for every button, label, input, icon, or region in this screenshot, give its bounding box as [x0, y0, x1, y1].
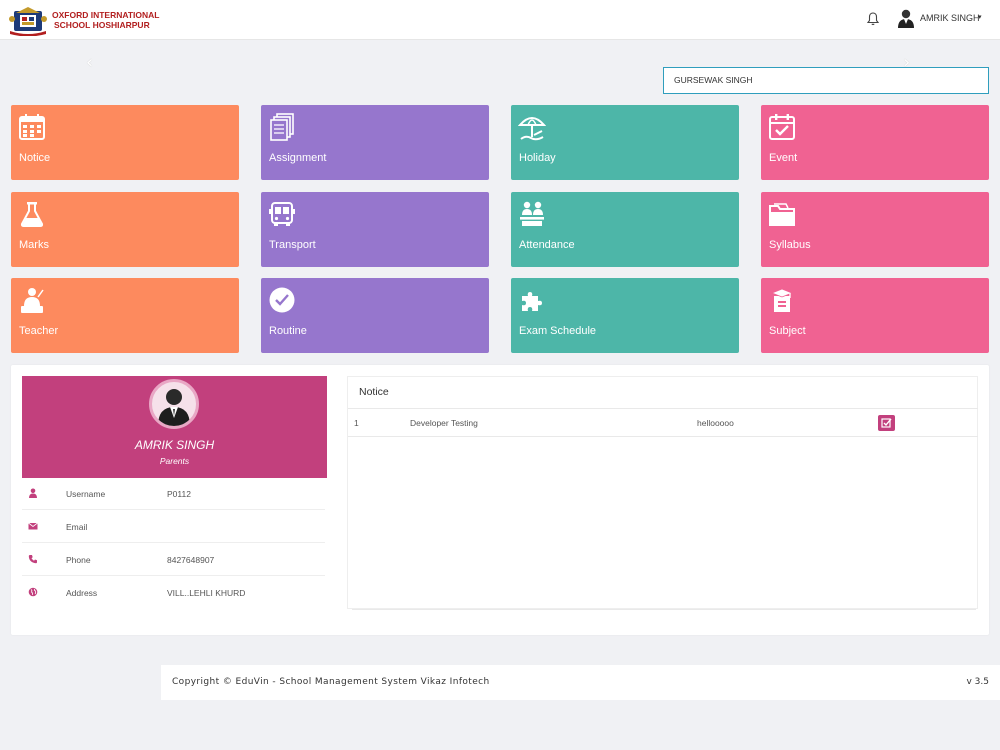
- attendance-icon: [520, 201, 544, 226]
- tile-label: Notice: [19, 152, 51, 164]
- person-icon: [158, 389, 190, 426]
- school-name-line2: SCHOOL HOSHIARPUR: [54, 19, 150, 30]
- info-label: Email: [66, 522, 88, 532]
- notice-title: Notice: [359, 386, 389, 398]
- tile-notice[interactable]: Notice: [11, 105, 239, 180]
- user-name[interactable]: AMRIK SINGH: [920, 13, 980, 23]
- version-label: v 3.5: [966, 677, 990, 687]
- info-row-username: Username P0112: [22, 477, 325, 510]
- bell-icon[interactable]: [866, 11, 880, 27]
- chevron-down-icon[interactable]: ▾: [978, 13, 982, 21]
- footer: Copyright © EduVin - School Management S…: [161, 665, 1000, 700]
- book-cap-icon: [770, 288, 794, 312]
- calendar-grid-icon: [19, 114, 45, 140]
- puzzle-icon: [522, 292, 542, 311]
- profile-role: Parents: [159, 456, 190, 466]
- flask-icon: [20, 202, 44, 227]
- calendar-check-icon: [769, 114, 795, 140]
- copyright-text: Copyright © EduVin - School Management S…: [172, 677, 490, 687]
- tile-label: Attendance: [519, 239, 575, 251]
- info-value: VILL..LEHLI KHURD: [167, 588, 246, 598]
- info-row-address: Address VILL..LEHLI KHURD: [22, 576, 325, 609]
- view-notice-button[interactable]: [878, 415, 895, 431]
- notice-item-description: hellooooo: [697, 418, 734, 428]
- tile-attendance[interactable]: Attendance: [511, 192, 739, 267]
- tile-teacher[interactable]: Teacher: [11, 278, 239, 353]
- tile-event[interactable]: Event: [761, 105, 989, 180]
- slider-prev-icon[interactable]: ‹: [86, 52, 93, 73]
- info-label: Phone: [66, 555, 91, 565]
- user-avatar[interactable]: [896, 8, 916, 28]
- profile-name: AMRIK SINGH: [134, 438, 215, 452]
- tile-assignment[interactable]: Assignment: [261, 105, 489, 180]
- tile-label: Transport: [269, 239, 316, 251]
- info-label: Address: [66, 588, 98, 598]
- tile-label: Syllabus: [769, 239, 811, 251]
- info-value: P0112: [167, 489, 191, 499]
- info-row-phone: Phone 8427648907: [22, 543, 325, 576]
- tile-subject[interactable]: Subject: [761, 278, 989, 353]
- folder-icon: [769, 203, 795, 226]
- top-bar: OXFORD INTERNATIONAL SCHOOL HOSHIARPUR A…: [0, 0, 1000, 40]
- globe-icon: [28, 587, 38, 597]
- info-label: Username: [66, 489, 106, 499]
- tile-holiday[interactable]: Holiday: [511, 105, 739, 180]
- tile-label: Subject: [769, 325, 806, 337]
- tile-label: Teacher: [19, 325, 59, 337]
- tile-label: Assignment: [269, 152, 327, 164]
- tile-label: Marks: [19, 239, 49, 251]
- tile-label: Holiday: [519, 152, 556, 164]
- notice-item-title: Developer Testing: [410, 418, 478, 428]
- school-logo[interactable]: [8, 3, 48, 36]
- beach-umbrella-icon: [518, 117, 546, 141]
- clock-check-icon: [269, 287, 295, 313]
- tile-syllabus[interactable]: Syllabus: [761, 192, 989, 267]
- edit-check-icon: [881, 418, 892, 428]
- phone-icon: [28, 555, 37, 564]
- notice-number: 1: [354, 418, 359, 428]
- teacher-icon: [21, 288, 44, 313]
- envelope-icon: [28, 522, 38, 530]
- info-value: 8427648907: [167, 555, 215, 565]
- info-row-email: Email: [22, 510, 325, 543]
- student-select[interactable]: GURSEWAK SINGH: [663, 67, 989, 94]
- user-icon: [29, 488, 37, 498]
- tile-label: Exam Schedule: [519, 325, 597, 337]
- notice-row: 1 Developer Testing hellooooo: [348, 409, 978, 437]
- tile-transport[interactable]: Transport: [261, 192, 489, 267]
- tile-label: Event: [769, 152, 798, 164]
- profile-avatar: [149, 379, 199, 429]
- tile-marks[interactable]: Marks: [11, 192, 239, 267]
- documents-icon: [270, 113, 294, 141]
- bus-icon: [269, 202, 295, 226]
- tile-routine[interactable]: Routine: [261, 278, 489, 353]
- tile-exam-schedule[interactable]: Exam Schedule: [511, 278, 739, 353]
- tile-label: Routine: [269, 325, 307, 337]
- school-name: OXFORD INTERNATIONAL SCHOOL HOSHIARPUR: [52, 10, 160, 30]
- divider: [352, 609, 976, 610]
